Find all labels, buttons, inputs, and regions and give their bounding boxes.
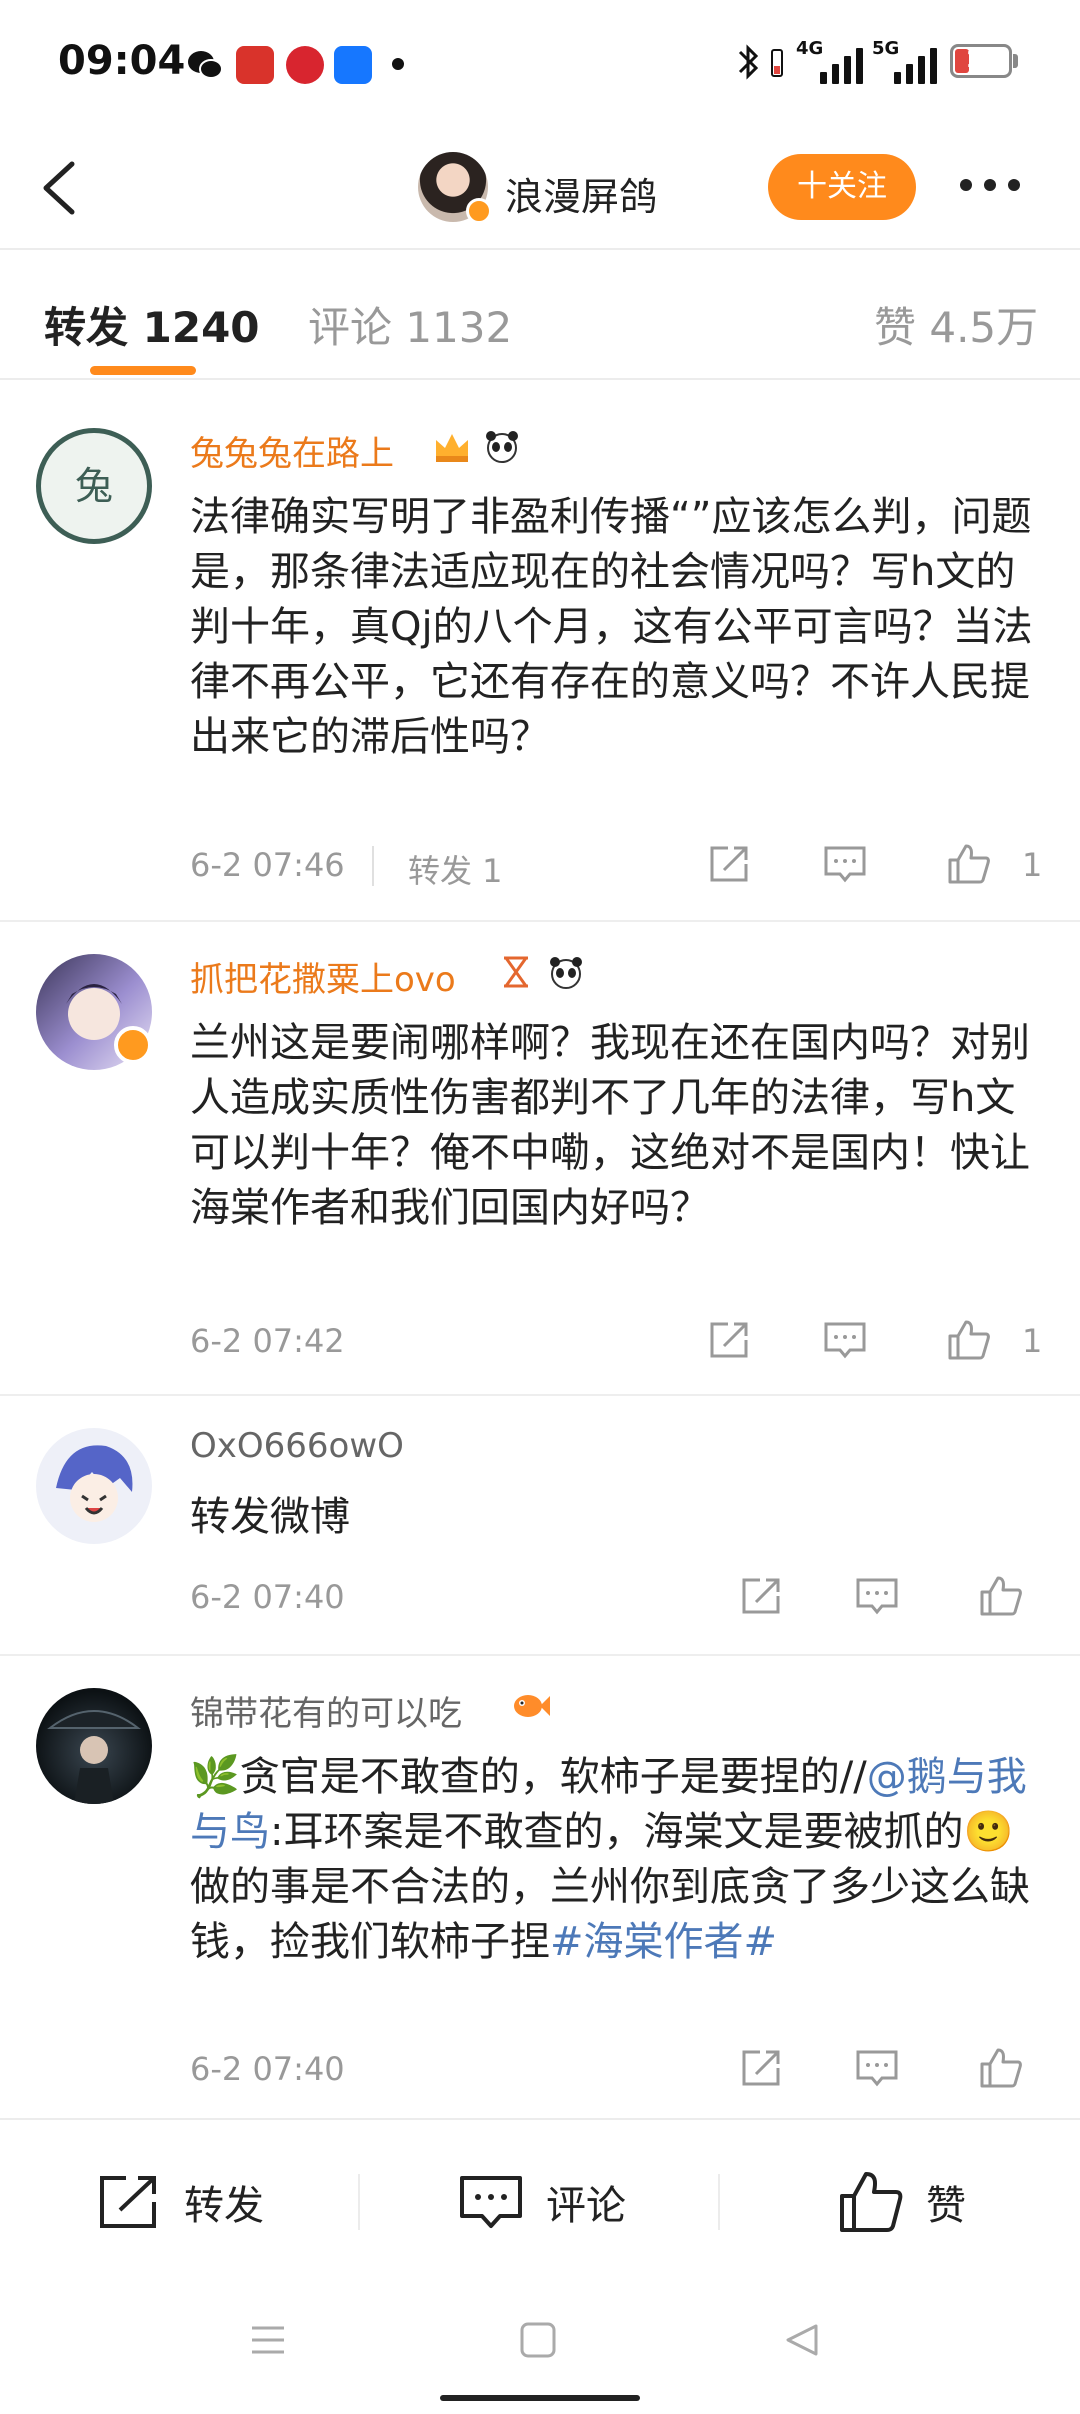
tab-bar: 转发 1240 评论 1132 赞 4.5万	[0, 252, 1080, 380]
status-bar: 09:04 4G 5G 19	[0, 0, 1080, 130]
home-nav-button[interactable]	[518, 2320, 558, 2360]
huawei-icon	[286, 46, 324, 84]
badges	[496, 954, 586, 990]
like-button[interactable]: 赞	[838, 2170, 966, 2234]
system-navigation-bar	[0, 2278, 1080, 2414]
bluetooth-icon	[734, 40, 764, 84]
share-icon[interactable]	[738, 1574, 784, 1618]
like-icon[interactable]	[978, 1574, 1024, 1618]
author-avatar[interactable]	[418, 152, 492, 224]
battery-icon: 19	[950, 44, 1012, 78]
back-arrow-icon	[43, 161, 75, 215]
dot-icon	[1008, 179, 1020, 191]
comment-time: 6-2 07:40	[190, 2050, 345, 2088]
back-nav-button[interactable]	[782, 2320, 822, 2360]
signal-5g-icon	[894, 42, 937, 84]
battery-cap	[1013, 54, 1018, 68]
signal-4g-icon	[820, 42, 863, 84]
badges	[432, 428, 522, 464]
like-count: 1	[1022, 1322, 1043, 1360]
commenter-name[interactable]: 抓把花撒粟上ovo	[190, 952, 456, 1001]
menu-nav-button[interactable]	[248, 2320, 288, 2360]
panda-badge-icon	[550, 957, 582, 989]
svg-text:兔: 兔	[75, 464, 113, 508]
tab-like[interactable]: 赞 4.5万	[874, 294, 1038, 355]
gesture-indicator	[440, 2395, 640, 2401]
back-button[interactable]	[30, 156, 90, 220]
list-item: 锦带花有的可以吃 🌿贪官是不敢查的，软柿子是要捏的//@鹅与我与鸟:耳环案是不敢…	[0, 1658, 1080, 2114]
list-item: OxO666owO 转发微博 6-2 07:40	[0, 1398, 1080, 1656]
tab-repost[interactable]: 转发 1240	[44, 294, 260, 355]
avatar[interactable]: 兔	[36, 428, 152, 544]
repost-button[interactable]: 转发	[96, 2170, 264, 2234]
commenter-name[interactable]: 锦带花有的可以吃	[190, 1686, 462, 1735]
status-time: 09:04	[58, 38, 186, 84]
bottom-action-bar: 转发 评论 赞	[0, 2118, 1080, 2278]
dot-icon	[960, 179, 972, 191]
comment-label: 评论	[546, 2183, 626, 2229]
vibrate-icon	[770, 40, 784, 84]
avatar[interactable]	[36, 1688, 152, 1804]
comment-icon[interactable]	[822, 1318, 868, 1362]
share-icon[interactable]	[738, 2046, 784, 2090]
verified-badge-icon	[466, 198, 492, 224]
comment-icon	[460, 2176, 522, 2228]
like-icon[interactable]	[978, 2046, 1024, 2090]
share-icon[interactable]	[706, 842, 752, 886]
commenter-name[interactable]: 兔兔兔在路上	[190, 426, 394, 475]
comment-button[interactable]: 评论	[458, 2170, 626, 2234]
comment-text: 🌿贪官是不敢查的，软柿子是要捏的//@鹅与我与鸟:耳环案是不敢查的，海棠文是要被…	[190, 1750, 1050, 1970]
divider	[358, 2174, 360, 2230]
alipay-icon	[334, 46, 372, 84]
panda-badge-icon	[486, 431, 518, 463]
active-tab-indicator	[90, 366, 196, 375]
fish-badge-icon	[514, 1695, 550, 1717]
hourglass-badge-icon	[504, 956, 528, 988]
avatar[interactable]	[36, 1428, 152, 1544]
like-count: 1	[1022, 846, 1043, 884]
like-icon	[840, 2172, 903, 2232]
list-item: 抓把花撒粟上ovo 兰州这是要闹哪样啊？我现在还在国内吗？对别人造成实质性伤害都…	[0, 924, 1080, 1396]
badges	[508, 1688, 552, 1724]
comment-text: 法律确实写明了非盈利传播“”应该怎么判，问题是，那条律法适应现在的社会情况吗？写…	[190, 494, 1033, 760]
tab-comment[interactable]: 评论 1132	[308, 294, 512, 355]
comment-time: 6-2 07:46	[190, 846, 345, 884]
comment-icon[interactable]	[854, 1574, 900, 1618]
commenter-name[interactable]: OxO666owO	[190, 1426, 404, 1466]
home-icon	[520, 2322, 556, 2358]
comment-text-part: 🌿贪官是不敢查的，软柿子是要捏的//	[190, 1754, 867, 1800]
author-name[interactable]: 浪漫屏鸽	[505, 166, 657, 221]
like-label: 赞	[926, 2183, 966, 2229]
crown-badge-icon	[436, 434, 468, 462]
comment-icon[interactable]	[822, 842, 868, 886]
top-bar: 浪漫屏鸽 十关注	[0, 130, 1080, 250]
notification-dot-icon	[392, 58, 404, 70]
list-item: 兔 兔兔兔在路上 法律确实写明了非盈利传播“”应该怎么判，问题是，那条律法适应现…	[0, 398, 1080, 922]
like-icon[interactable]	[946, 1318, 992, 1362]
meta-divider	[372, 846, 374, 886]
divider	[718, 2174, 720, 2230]
wechat-icon	[186, 46, 224, 84]
menu-icon	[252, 2326, 284, 2354]
comment-text: 兰州这是要闹哪样啊？我现在还在国内吗？对别人造成实质性伤害都判不了几年的法律，写…	[190, 1020, 1030, 1231]
comment-time: 6-2 07:42	[190, 1322, 345, 1360]
verified-badge-icon	[114, 1026, 152, 1064]
comment-time: 6-2 07:40	[190, 1578, 345, 1616]
back-triangle-icon	[786, 2324, 818, 2356]
like-icon[interactable]	[946, 842, 992, 886]
hashtag-link[interactable]: #海棠作者#	[550, 1919, 777, 1965]
share-icon[interactable]	[706, 1318, 752, 1362]
qidian-icon	[236, 46, 274, 84]
share-icon	[100, 2176, 156, 2228]
more-options-button[interactable]	[960, 170, 1030, 200]
comment-icon[interactable]	[854, 2046, 900, 2090]
dot-icon	[984, 179, 996, 191]
follow-button[interactable]: 十关注	[768, 154, 916, 220]
repost-count[interactable]: 转发 1	[408, 846, 503, 892]
repost-label: 转发	[184, 2183, 264, 2229]
comment-text: 转发微博	[190, 1494, 350, 1540]
battery-level: 19	[965, 48, 997, 73]
